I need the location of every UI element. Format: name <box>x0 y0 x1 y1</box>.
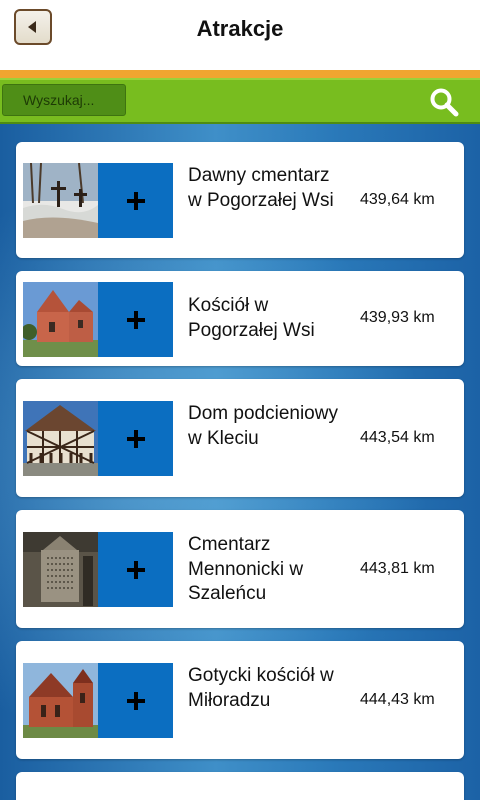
list-item[interactable] <box>16 772 464 800</box>
back-button[interactable] <box>14 9 52 45</box>
item-distance: 439,64 km <box>360 191 435 208</box>
plus-icon <box>126 191 145 210</box>
plus-icon <box>126 691 145 710</box>
item-title: Cmentarz Mennonicki w Szaleńcu <box>188 534 304 604</box>
page-title: Atrakcje <box>196 16 284 41</box>
cemetery-photo <box>23 163 98 238</box>
item-distance: 444,43 km <box>360 691 435 708</box>
list-item[interactable]: Dawny cmentarz w Pogorzałej Wsi 439,64 k… <box>16 142 464 258</box>
plus-icon <box>126 429 145 448</box>
gravestone-photo <box>23 532 98 607</box>
item-distance: 443,54 km <box>360 429 435 446</box>
item-title: Gotycki kościół w Miłoradzu <box>188 665 334 711</box>
header-divider <box>0 70 480 78</box>
search-input[interactable] <box>2 84 126 116</box>
plus-icon <box>126 310 145 329</box>
plus-icon <box>126 560 145 579</box>
list-item[interactable]: Kościół w Pogorzałej Wsi 439,93 km <box>16 271 464 366</box>
search-bar <box>0 78 480 124</box>
item-title: Dom podcieniowy w Kleciu <box>188 403 338 449</box>
search-icon[interactable] <box>428 86 460 118</box>
attractions-list: Dawny cmentarz w Pogorzałej Wsi 439,64 k… <box>0 124 480 800</box>
item-distance: 439,93 km <box>360 309 435 326</box>
gothic-church-photo <box>23 663 98 738</box>
add-button[interactable] <box>98 163 173 238</box>
item-title: Kościół w Pogorzałej Wsi <box>188 295 315 341</box>
back-arrow-icon <box>28 21 36 33</box>
add-button[interactable] <box>98 532 173 607</box>
item-title: Dawny cmentarz w Pogorzałej Wsi <box>188 165 334 211</box>
add-button[interactable] <box>98 401 173 476</box>
timber-house-photo <box>23 401 98 476</box>
item-distance: 443,81 km <box>360 560 435 577</box>
list-item[interactable]: Dom podcieniowy w Kleciu 443,54 km <box>16 379 464 497</box>
add-button[interactable] <box>98 282 173 357</box>
app-header: Atrakcje <box>0 0 480 70</box>
list-item[interactable]: Gotycki kościół w Miłoradzu 444,43 km <box>16 641 464 759</box>
church-photo <box>23 282 98 357</box>
list-item[interactable]: Cmentarz Mennonicki w Szaleńcu 443,81 km <box>16 510 464 628</box>
add-button[interactable] <box>98 663 173 738</box>
